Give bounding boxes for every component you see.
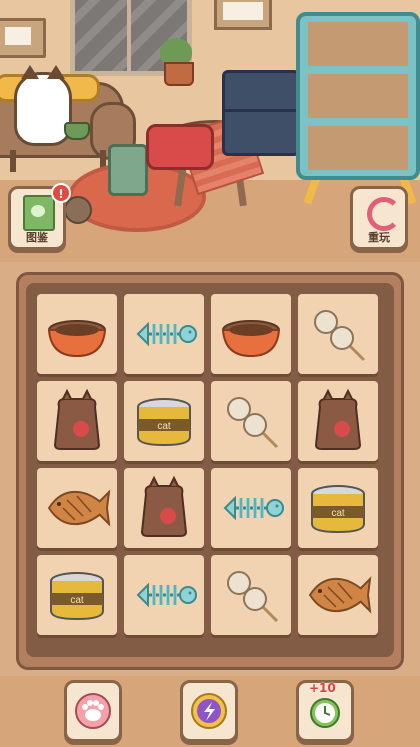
time-bonus-label: +10 xyxy=(309,681,336,695)
replay-icon xyxy=(367,197,401,231)
collection-button[interactable]: ! 图鉴 xyxy=(8,183,71,250)
tile-pet-bowl[interactable] xyxy=(211,294,291,374)
tile-treat-bag[interactable] xyxy=(37,381,117,461)
collection-label: 图鉴 xyxy=(26,231,48,244)
tile-treat-bag[interactable] xyxy=(298,381,378,461)
shuffle-icon xyxy=(191,693,227,729)
tile-taiyaki-fish[interactable] xyxy=(37,468,117,548)
cat-food-can-icon: cat xyxy=(137,398,191,447)
taiyaki-fish-icon xyxy=(308,576,372,614)
cat-food-can-icon: cat xyxy=(311,485,365,534)
cat-food-can-icon: cat xyxy=(50,572,104,621)
pet-bowl-icon xyxy=(47,320,107,358)
telephone xyxy=(146,124,214,170)
fish-bone-icon xyxy=(136,582,197,608)
notification-badge: ! xyxy=(51,183,71,203)
paw-icon xyxy=(75,693,111,729)
book-icon xyxy=(23,195,55,231)
svg-text:cat: cat xyxy=(157,421,171,432)
yarn-ball xyxy=(64,196,92,224)
tile-dango-skewer[interactable] xyxy=(211,381,291,461)
dango-skewer-icon xyxy=(227,397,279,449)
paw-hint-button[interactable] xyxy=(64,680,122,742)
dango-skewer-icon xyxy=(314,310,366,362)
treat-jar xyxy=(108,144,148,196)
replay-label: 重玩 xyxy=(368,231,390,244)
food-bowl-small xyxy=(64,122,90,140)
tile-cat-food-can[interactable]: cat xyxy=(124,381,204,461)
tile-dango-skewer[interactable] xyxy=(298,294,378,374)
dango-skewer-icon xyxy=(227,571,279,623)
treat-bag-icon xyxy=(53,388,101,450)
display-shelf xyxy=(296,12,420,180)
treat-bag-icon xyxy=(140,475,188,537)
taiyaki-fish-icon xyxy=(47,489,111,527)
pet-bowl-icon xyxy=(221,320,281,358)
tile-fish-bone[interactable] xyxy=(211,468,291,548)
tile-pet-bowl[interactable] xyxy=(37,294,117,374)
tile-cat-food-can[interactable]: cat xyxy=(37,555,117,635)
tile-taiyaki-fish[interactable] xyxy=(298,555,378,635)
tile-dango-skewer[interactable] xyxy=(211,555,291,635)
fish-bone-icon xyxy=(223,495,284,521)
shuffle-button[interactable] xyxy=(180,680,238,742)
treat-bag-icon xyxy=(314,388,362,450)
sofa-leg xyxy=(10,150,16,172)
wall-picture-top xyxy=(214,0,272,30)
tile-fish-bone[interactable] xyxy=(124,555,204,635)
add-time-button[interactable]: +10 xyxy=(296,680,354,742)
white-cat xyxy=(14,65,72,146)
svg-text:cat: cat xyxy=(331,508,345,519)
svg-text:cat: cat xyxy=(70,595,84,606)
alarm-clock-icon xyxy=(310,698,340,728)
fish-bone-icon xyxy=(136,321,197,347)
tile-cat-food-can[interactable]: cat xyxy=(298,468,378,548)
tile-fish-bone[interactable] xyxy=(124,294,204,374)
plant-pot xyxy=(164,62,194,86)
replay-button[interactable]: 重玩 xyxy=(350,186,408,250)
tile-treat-bag[interactable] xyxy=(124,468,204,548)
wall-picture-left xyxy=(0,18,46,58)
board: cat cat cat xyxy=(26,283,394,657)
cabinet xyxy=(222,70,300,156)
